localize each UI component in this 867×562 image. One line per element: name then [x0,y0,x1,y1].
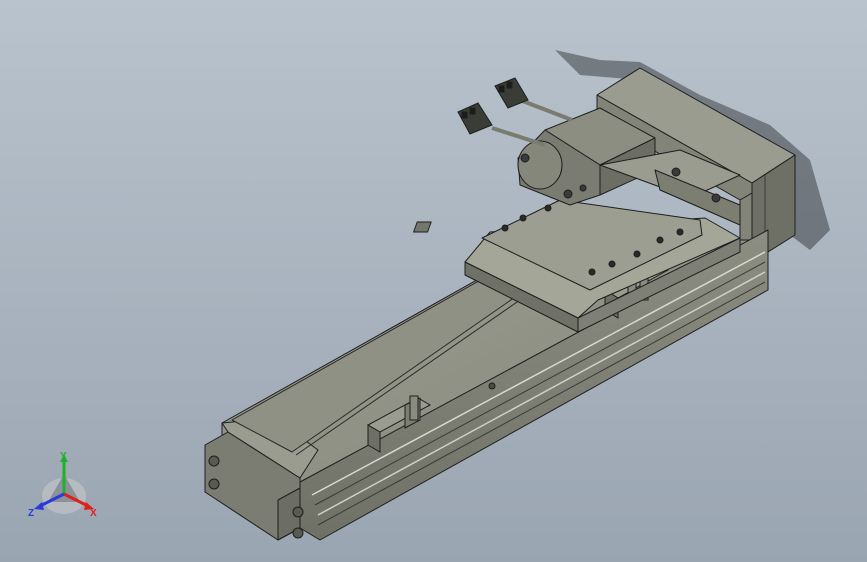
orientation-triad[interactable]: Y X Z [26,450,102,522]
x-axis-label: X [90,508,97,519]
linear-actuator-model[interactable] [0,0,867,562]
y-axis-label: Y [60,451,67,462]
connector-lower[interactable] [457,102,493,135]
z-axis-label: Z [28,508,34,519]
graphics-viewport[interactable]: Y X Z [0,0,867,562]
connector-upper[interactable] [494,77,529,109]
